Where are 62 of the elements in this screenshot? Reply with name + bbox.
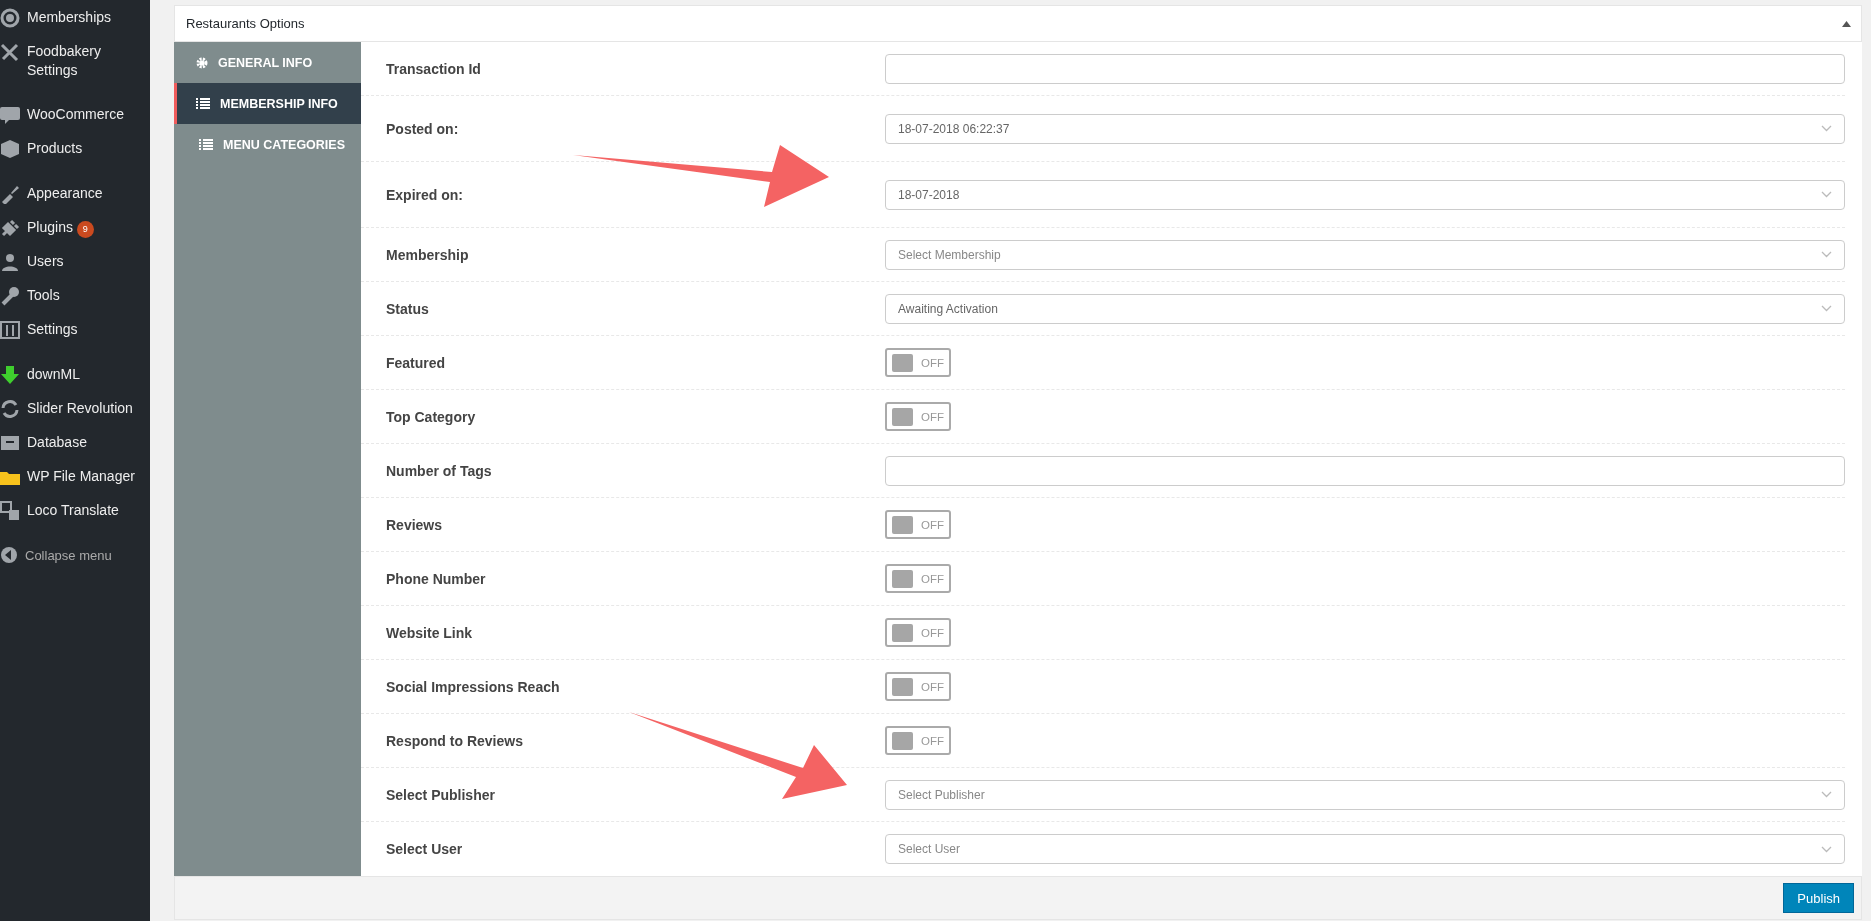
sidebar-menu-item[interactable]: Users	[0, 245, 150, 279]
chevron-down-icon	[1821, 845, 1832, 853]
field-label: Top Category	[385, 408, 477, 425]
sidebar-menu-item[interactable]: WP File Manager	[0, 460, 150, 494]
brush-icon	[0, 184, 20, 204]
sidebar-menu-item[interactable]: Foodbakery Settings	[0, 35, 150, 87]
collapse-triangle-icon[interactable]	[1842, 20, 1851, 27]
speech-bubble-icon	[0, 105, 20, 125]
list-icon	[199, 139, 213, 150]
select-field[interactable]: Select Membership	[885, 239, 1845, 270]
field-label: Posted on:	[385, 120, 460, 137]
field-label: Select Publisher	[385, 786, 496, 803]
sidebar-menu-item[interactable]: Tools	[0, 279, 150, 313]
person-icon	[0, 252, 20, 272]
field-label: Featured	[385, 354, 447, 371]
down-arrow-icon	[0, 365, 20, 385]
chevron-down-icon	[1821, 791, 1832, 798]
sidebar-menu-item[interactable]: WooCommerce	[0, 98, 150, 132]
sidebar-menu-item[interactable]: Memberships	[0, 0, 150, 35]
tools-icon	[0, 42, 20, 62]
sidebar-menu-item[interactable]: Plugins 9	[0, 211, 150, 245]
field-label: Social Impressions Reach	[385, 678, 561, 695]
field-label: Expired on:	[385, 186, 464, 203]
panel-title: Restaurants Options	[186, 16, 305, 31]
sidebar-menu-item[interactable]: Loco Translate	[0, 494, 150, 528]
select-field[interactable]: Select User	[885, 834, 1845, 864]
field-label: Respond to Reviews	[385, 732, 524, 749]
sliders-icon	[0, 320, 20, 340]
chevron-down-icon	[1821, 125, 1832, 132]
field-label: Reviews	[385, 516, 444, 533]
panel-tab[interactable]: GENERAL INFO	[174, 42, 361, 83]
select-field[interactable]: 18-07-2018	[885, 179, 1845, 210]
sidebar-menu-item[interactable]: downML	[0, 358, 150, 392]
panel-tab[interactable]: MENU CATEGORIES	[174, 124, 361, 165]
chevron-down-icon	[1821, 191, 1832, 198]
field-label: Transaction Id	[385, 60, 482, 77]
panel-tab[interactable]: MEMBERSHIP INFO	[174, 83, 361, 124]
text-field[interactable]	[885, 455, 1845, 486]
box-icon	[0, 139, 20, 159]
select-field[interactable]: Select Publisher	[885, 779, 1845, 810]
sidebar-menu-item[interactable]: Database	[0, 426, 150, 460]
wrench-icon	[0, 286, 20, 306]
chevron-down-icon	[1821, 305, 1832, 312]
count-badge: 9	[76, 221, 94, 238]
select-field[interactable]: 18-07-2018 06:22:37	[885, 113, 1845, 144]
sidebar-menu-item[interactable]: Slider Revolution	[0, 392, 150, 426]
text-field[interactable]	[885, 53, 1845, 84]
chevron-down-icon	[1821, 251, 1832, 258]
sidebar-menu-item[interactable]: Settings	[0, 313, 150, 347]
field-label: Number of Tags	[385, 462, 493, 479]
field-label: Select User	[385, 841, 464, 857]
field-label: Phone Number	[385, 570, 487, 587]
field-label: Membership	[385, 246, 470, 263]
sidebar-menu-item[interactable]: Products	[0, 132, 150, 166]
list-icon	[196, 98, 210, 109]
field-label: Status	[385, 300, 430, 317]
refresh-icon	[0, 399, 20, 419]
collapse-menu-button[interactable]: Collapse menu	[0, 539, 150, 573]
select-field[interactable]: Awaiting Activation	[885, 293, 1845, 324]
field-label: Website Link	[385, 624, 474, 641]
publish-button[interactable]: Publish	[1783, 883, 1854, 913]
sidebar-menu-item[interactable]: Appearance	[0, 177, 150, 211]
